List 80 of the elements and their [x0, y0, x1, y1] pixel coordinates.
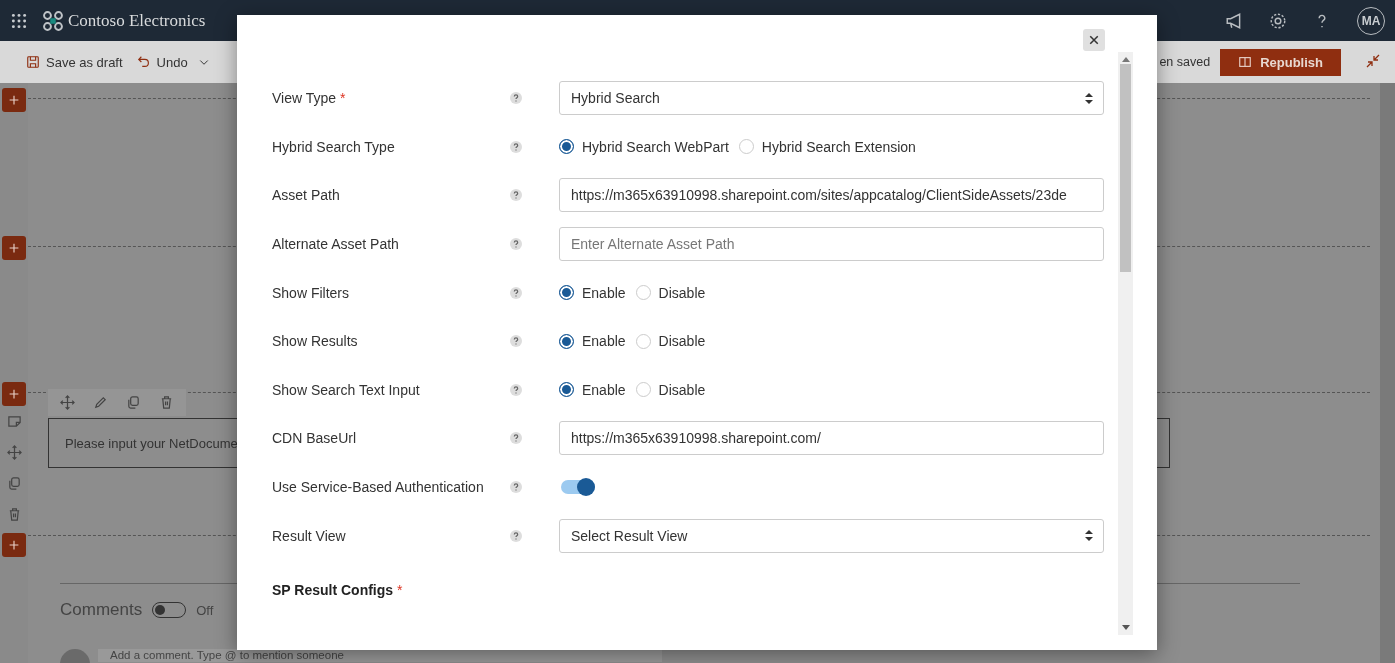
- scroll-up-icon[interactable]: [1121, 56, 1130, 62]
- help-icon[interactable]: [510, 92, 522, 105]
- app-launcher-icon[interactable]: [10, 11, 28, 30]
- help-icon[interactable]: [510, 286, 522, 299]
- radio-label[interactable]: Enable: [582, 284, 626, 301]
- radio-label[interactable]: Disable: [658, 333, 706, 350]
- close-button[interactable]: [1083, 29, 1105, 51]
- republish-button[interactable]: Republish: [1220, 48, 1341, 76]
- text-field[interactable]: Enter Alternate Asset Path: [559, 227, 1104, 262]
- logo-icon: [42, 9, 64, 32]
- sort-caret-icon: [1085, 530, 1093, 542]
- save-draft-button[interactable]: Save as draft: [26, 54, 123, 70]
- book-icon[interactable]: [1238, 55, 1253, 69]
- dialog-scrollbar[interactable]: [1118, 52, 1133, 635]
- copy-icon[interactable]: [126, 395, 141, 410]
- dropdown[interactable]: Select Result View: [559, 518, 1104, 553]
- comments-label: Comments: [60, 600, 143, 620]
- help-icon[interactable]: [510, 140, 522, 153]
- plus-icon[interactable]: [7, 538, 21, 552]
- help-icon[interactable]: [510, 383, 522, 396]
- field-label: Asset Path: [272, 187, 340, 204]
- text-field[interactable]: https://m365x63910998.sharepoint.com/sites/appcatalog/ClientSideAssets/23de: [559, 178, 1104, 213]
- plus-icon[interactable]: [7, 241, 21, 255]
- dropdown[interactable]: Hybrid Search: [559, 81, 1104, 116]
- field-label: Show Filters: [272, 284, 350, 301]
- scroll-down-icon[interactable]: [1121, 625, 1130, 631]
- toggle-state-label: Off: [196, 602, 214, 618]
- add-section-button[interactable]: [2, 236, 26, 260]
- settings-icon[interactable]: [1269, 11, 1287, 30]
- radio-button[interactable]: [559, 285, 574, 301]
- radio-label[interactable]: Hybrid Search WebPart: [582, 138, 729, 155]
- help-icon[interactable]: [510, 529, 522, 542]
- radio-label[interactable]: Enable: [582, 381, 626, 398]
- radio-button[interactable]: [559, 382, 574, 398]
- field-label: Result View: [272, 527, 346, 544]
- undo-icon[interactable]: [136, 55, 151, 69]
- radio-label[interactable]: Hybrid Search Extension: [761, 138, 916, 155]
- help-icon[interactable]: [510, 481, 522, 494]
- site-name[interactable]: Contoso Electronics: [68, 10, 206, 31]
- section-heading: SP Result Configs: [272, 581, 394, 598]
- radio-label[interactable]: Enable: [582, 333, 626, 350]
- radio-label[interactable]: Disable: [658, 284, 706, 301]
- field-label: CDN BaseUrl: [272, 430, 356, 447]
- field-label: Use Service-Based Authentication: [272, 479, 484, 496]
- radio-button[interactable]: [559, 139, 574, 155]
- copy-icon[interactable]: [6, 476, 22, 491]
- sort-caret-icon: [1085, 92, 1093, 104]
- help-icon[interactable]: [510, 189, 522, 202]
- page-scrollbar[interactable]: [1380, 83, 1395, 663]
- add-section-button[interactable]: [2, 88, 26, 112]
- scroll-thumb[interactable]: [1120, 64, 1131, 272]
- required-marker: *: [397, 581, 403, 598]
- field-label: Alternate Asset Path: [272, 236, 399, 253]
- required-marker: *: [340, 90, 346, 107]
- move-icon[interactable]: [6, 445, 22, 460]
- collapse-icon[interactable]: [1365, 52, 1381, 69]
- help-icon[interactable]: [510, 432, 522, 445]
- edit-section-icon[interactable]: [6, 414, 22, 429]
- delete-icon[interactable]: [159, 395, 174, 410]
- help-icon[interactable]: [510, 238, 522, 251]
- save-status: en saved: [1159, 55, 1211, 69]
- radio-label[interactable]: Disable: [658, 381, 706, 398]
- add-section-button[interactable]: [2, 382, 26, 406]
- text-field[interactable]: https://m365x63910998.sharepoint.com/: [559, 421, 1104, 456]
- megaphone-icon[interactable]: [1225, 11, 1243, 30]
- undo-button[interactable]: Undo: [132, 54, 188, 70]
- toggle-switch[interactable]: [561, 480, 595, 495]
- plus-icon[interactable]: [7, 93, 21, 107]
- field-label: Show Search Text Input: [272, 381, 420, 398]
- close-icon[interactable]: [1088, 34, 1100, 46]
- save-icon[interactable]: [26, 55, 40, 69]
- plus-icon[interactable]: [7, 387, 21, 401]
- field-label: View Type: [272, 90, 337, 107]
- field-label: Show Results: [272, 333, 358, 350]
- edit-icon[interactable]: [93, 395, 108, 410]
- help-icon[interactable]: [510, 335, 522, 348]
- move-icon[interactable]: [60, 395, 75, 410]
- field-label: Hybrid Search Type: [272, 138, 395, 155]
- add-section-button[interactable]: [2, 533, 26, 557]
- radio-button[interactable]: [559, 333, 574, 349]
